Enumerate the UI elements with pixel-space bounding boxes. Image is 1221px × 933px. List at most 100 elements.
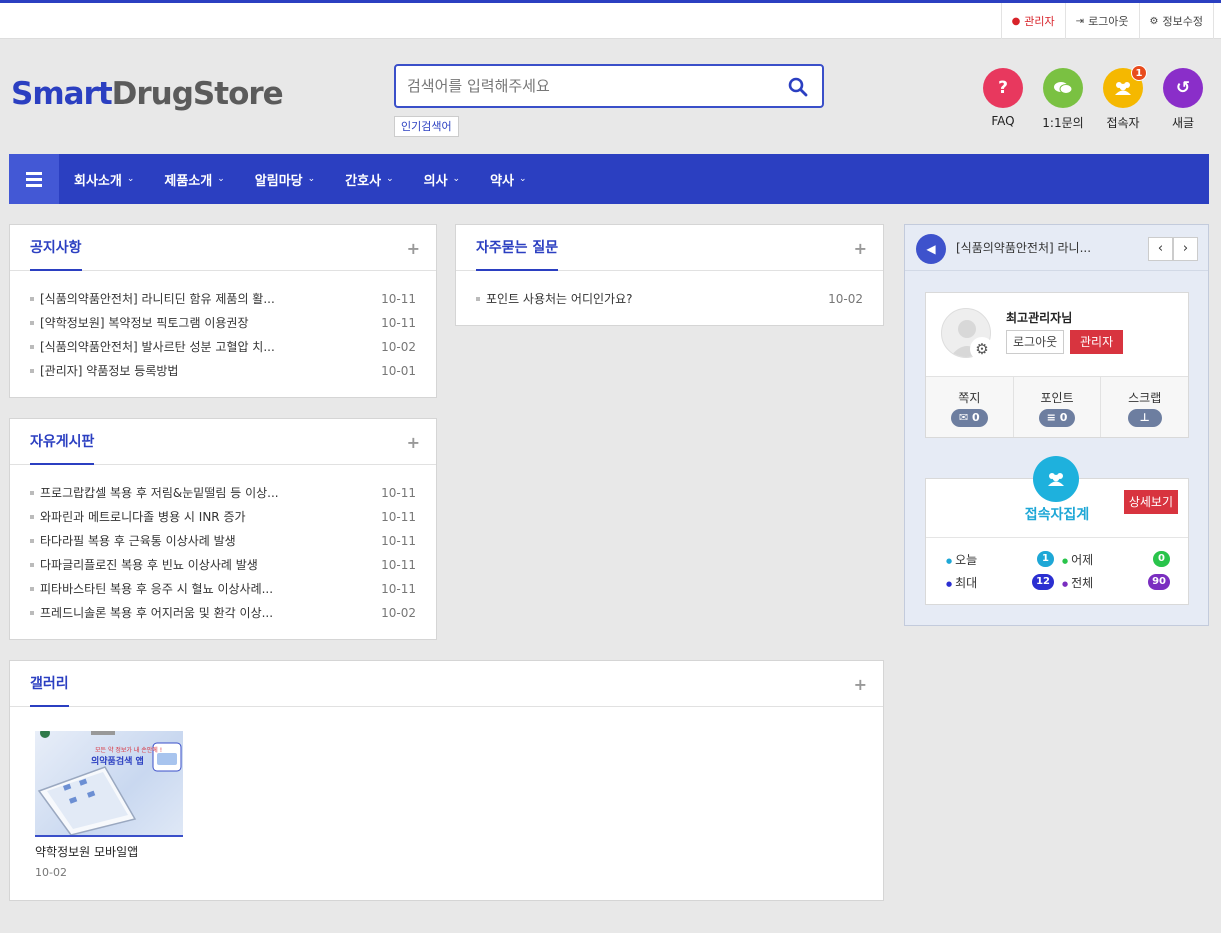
plus-icon[interactable]: +: [407, 239, 420, 258]
nav-item-pharmacist[interactable]: 약사 ⌄: [475, 154, 541, 204]
scrap-stat[interactable]: 스크랩 ⊥: [1101, 377, 1188, 437]
top-links: ● 관리자 ⇥ 로그아웃 ⚙ 정보수정: [1000, 3, 1214, 39]
users-icon: 1: [1103, 65, 1147, 108]
total-cell: 전체 90: [1062, 574, 1178, 591]
gallery-caption[interactable]: 약학정보원 모바일앱: [35, 843, 858, 860]
yesterday-label: 어제: [1062, 551, 1093, 568]
chat-bubble-svg: [1054, 82, 1073, 94]
max-cell: 최대 12: [946, 574, 1062, 591]
list-item-date: 10-11: [381, 510, 416, 524]
visitors-badge: 1: [1131, 65, 1147, 81]
panel-title[interactable]: 자유게시판: [30, 419, 95, 465]
panel-title[interactable]: 갤러리: [30, 661, 69, 707]
history-icon: ↺: [1163, 68, 1203, 108]
today-label: 오늘: [946, 551, 977, 568]
notice-ticker: ◀ [식품의약품안전처] 라니... ‹ ›: [905, 225, 1208, 271]
plus-icon[interactable]: +: [854, 675, 867, 694]
list-item-date: 10-11: [381, 486, 416, 500]
stat-value: ⊥: [1127, 409, 1162, 427]
search-input[interactable]: [396, 66, 766, 106]
list-item[interactable]: 다파글리플로진 복용 후 빈뇨 이상사례 발생 10-11: [30, 553, 416, 577]
chevron-down-icon: ⌄: [519, 174, 527, 184]
panel-title[interactable]: 공지사항: [30, 225, 82, 271]
yesterday-value: 0: [1153, 551, 1170, 567]
list-item[interactable]: 와파린과 메트로니다졸 병용 시 INR 증가 10-11: [30, 505, 416, 529]
stat-label: 포인트: [1040, 391, 1074, 405]
memo-stat[interactable]: 쪽지 ✉ 0: [926, 377, 1014, 437]
ticker-prev-button[interactable]: ‹: [1148, 237, 1173, 261]
visitor-row: 최대 12 전체 90: [946, 574, 1178, 591]
list-item-title: 프레드니솔론 복용 후 어지러움 및 환각 이상...: [30, 601, 273, 625]
list-item-title: [약학정보원] 복약정보 픽토그램 이용권장: [30, 311, 249, 335]
list-item[interactable]: 타다라필 복용 후 근육통 이상사례 발생 10-11: [30, 529, 416, 553]
list-item[interactable]: 피타바스타틴 복용 후 응주 시 혈뇨 이상사례... 10-11: [30, 577, 416, 601]
profile-logout-button[interactable]: 로그아웃: [1006, 330, 1065, 354]
chevron-down-icon: ⌄: [452, 174, 461, 184]
chevron-down-icon: ⌄: [386, 174, 394, 184]
new-posts-glyph: ↺: [1175, 78, 1191, 98]
list-item[interactable]: [식품의약품안전처] 라니티딘 함유 제품의 활... 10-11: [30, 287, 416, 311]
list-item-title: 포인트 사용처는 어디인가요?: [476, 287, 632, 311]
list-item-title: [식품의약품안전처] 발사르탄 성분 고혈압 치...: [30, 335, 275, 359]
menu-toggle-icon[interactable]: [9, 154, 59, 204]
faq-panel: 자주묻는 질문 + 포인트 사용처는 어디인가요? 10-02: [455, 224, 884, 326]
search-box: [394, 64, 824, 108]
plus-icon[interactable]: +: [407, 433, 420, 452]
nav-item-label: 제품소개: [164, 173, 213, 189]
faq-glyph: ?: [998, 78, 1008, 98]
gear-icon[interactable]: ⚙: [970, 337, 994, 361]
chevron-down-icon: ⌄: [217, 174, 225, 184]
free-board-list: 프로그랍캅셀 복용 후 저림&눈밑떨림 등 이상... 10-11 와파린과 메트…: [10, 465, 436, 625]
admin-link-label: 관리자: [1024, 15, 1055, 28]
nav-item-products[interactable]: 제품소개 ⌄: [149, 154, 239, 204]
admin-link[interactable]: ● 관리자: [1000, 3, 1065, 39]
visitor-row: 오늘 1 어제 0: [946, 551, 1178, 568]
list-item[interactable]: 프로그랍캅셀 복용 후 저림&눈밑떨림 등 이상... 10-11: [30, 481, 416, 505]
visitors-quick-label: 접속자: [1106, 116, 1140, 130]
faq-quick-label: FAQ: [991, 114, 1015, 128]
list-item[interactable]: [관리자] 약품정보 등록방법 10-01: [30, 359, 416, 383]
ticker-text[interactable]: [식품의약품안전처] 라니...: [956, 225, 1091, 271]
panel-header: 자유게시판 +: [10, 419, 436, 465]
logout-link[interactable]: ⇥ 로그아웃: [1064, 3, 1139, 39]
inquiry-quick-link[interactable]: 1:1문의: [1033, 68, 1093, 131]
nav-item-notice[interactable]: 알림마당 ⌄: [240, 154, 330, 204]
point-stat[interactable]: 포인트 ≡ 0: [1014, 377, 1102, 437]
panel-title[interactable]: 자주묻는 질문: [476, 225, 559, 271]
nav-item-company[interactable]: 회사소개 ⌄: [59, 154, 149, 204]
chat-icon: [1043, 68, 1083, 108]
right-sidebar: ◀ [식품의약품안전처] 라니... ‹ › ⚙ 최고관리자님 로그아웃 관리자…: [904, 224, 1209, 626]
list-item[interactable]: 프레드니솔론 복용 후 어지러움 및 환각 이상... 10-02: [30, 601, 416, 625]
site-logo[interactable]: SmartDrugStore: [11, 76, 284, 112]
stat-label: 스크랩: [1128, 391, 1162, 405]
list-item[interactable]: [약학정보원] 복약정보 픽토그램 이용권장 10-11: [30, 311, 416, 335]
nav-item-nurse[interactable]: 간호사 ⌄: [330, 154, 408, 204]
plus-icon[interactable]: +: [854, 239, 867, 258]
popular-search-button[interactable]: 인기검색어: [394, 116, 459, 137]
max-label: 최대: [946, 574, 977, 591]
ticker-next-button[interactable]: ›: [1173, 237, 1198, 261]
gallery-grid: 모든 약 정보가 내 손안에 ! 의약품검색 앱 약학정보원 모바일앱 10-0…: [10, 707, 883, 903]
top-bar: ● 관리자 ⇥ 로그아웃 ⚙ 정보수정: [0, 3, 1221, 39]
list-item[interactable]: 포인트 사용처는 어디인가요? 10-02: [476, 287, 863, 311]
gallery-thumbnail[interactable]: 모든 약 정보가 내 손안에 ! 의약품검색 앱: [35, 731, 183, 837]
new-posts-quick-link[interactable]: ↺ 새글: [1153, 68, 1213, 131]
visitors-quick-link[interactable]: 1 접속자: [1093, 65, 1153, 131]
chevron-down-icon: ⌄: [307, 174, 316, 184]
notice-panel: 공지사항 + [식품의약품안전처] 라니티딘 함유 제품의 활... 10-11 …: [9, 224, 437, 398]
visitor-detail-button[interactable]: 상세보기: [1123, 490, 1178, 514]
faq-list: 포인트 사용처는 어디인가요? 10-02: [456, 271, 883, 311]
profile-card: ⚙ 최고관리자님 로그아웃 관리자 쪽지 ✉ 0 포인트 ≡ 0 스크랩 ⊥: [925, 292, 1189, 438]
list-item[interactable]: [식품의약품안전처] 발사르탄 성분 고혈압 치... 10-02: [30, 335, 416, 359]
search-icon[interactable]: [788, 77, 808, 97]
faq-quick-link[interactable]: ? FAQ: [973, 68, 1033, 131]
edit-info-link[interactable]: ⚙ 정보수정: [1138, 3, 1214, 39]
logo-part1: Smart: [11, 76, 113, 112]
list-item-date: 10-11: [381, 316, 416, 330]
list-item-date: 10-02: [381, 340, 416, 354]
profile-admin-button[interactable]: 관리자: [1070, 330, 1124, 354]
nav-item-doctor[interactable]: 의사 ⌄: [409, 154, 475, 204]
max-value: 12: [1032, 574, 1054, 590]
chevron-down-icon: ⌄: [126, 174, 135, 184]
today-value: 1: [1037, 551, 1054, 567]
